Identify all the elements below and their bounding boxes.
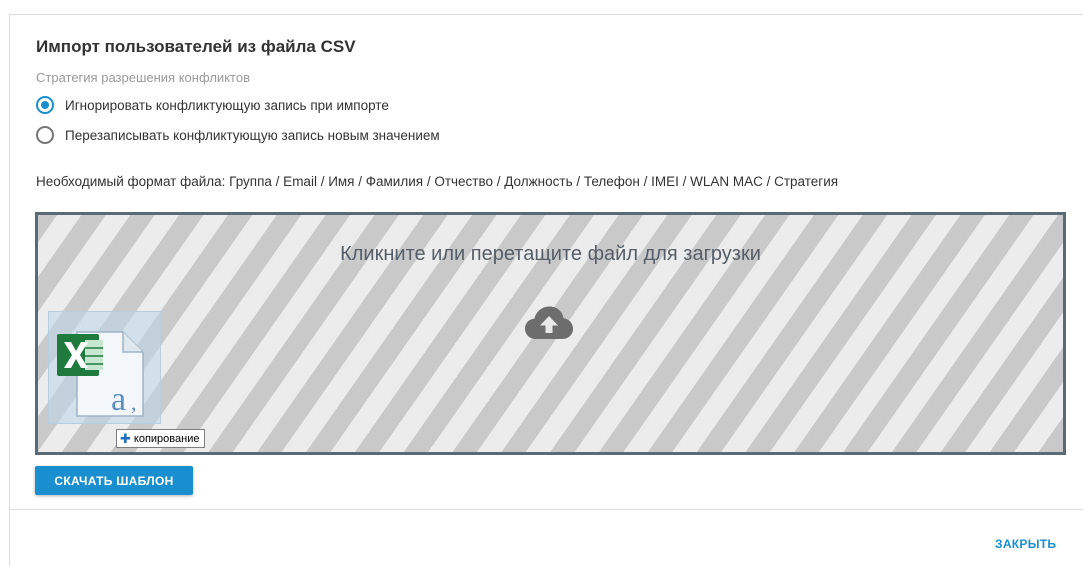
close-button[interactable]: ЗАКРЫТЬ bbox=[995, 537, 1056, 551]
file-dropzone[interactable]: Кликните или перетащите файл для загрузк… bbox=[35, 212, 1066, 455]
svg-text:a: a bbox=[111, 381, 126, 418]
dialog-title: Импорт пользователей из файла CSV bbox=[36, 37, 356, 56]
conflict-strategy-label: Стратегия разрешения конфликтов bbox=[36, 70, 250, 85]
footer-divider bbox=[10, 509, 1083, 510]
svg-text:,: , bbox=[131, 390, 137, 415]
dropzone-text: Кликните или перетащите файл для загрузк… bbox=[340, 243, 761, 265]
cloud-upload-icon bbox=[525, 306, 573, 339]
radio-ignore-conflict[interactable]: Игнорировать конфликтующую запись при им… bbox=[36, 95, 389, 115]
radio-overwrite-conflict[interactable]: Перезаписывать конфликтующую запись новы… bbox=[36, 125, 440, 145]
download-template-button[interactable]: СКАЧАТЬ ШАБЛОН bbox=[35, 466, 193, 495]
excel-file-icon: a , bbox=[57, 331, 144, 418]
import-dialog: Импорт пользователей из файла CSV Страте… bbox=[9, 14, 1083, 566]
dragged-file-ghost: a , bbox=[48, 311, 161, 424]
copy-label: копирование bbox=[133, 432, 200, 445]
copy-drag-tooltip: ✚ копирование bbox=[116, 429, 206, 448]
plus-icon: ✚ bbox=[120, 431, 131, 446]
radio-ignore-label: Игнорировать конфликтующую запись при им… bbox=[65, 97, 389, 113]
file-format-hint: Необходимый формат файла: Группа / Email… bbox=[36, 174, 839, 189]
radio-overwrite-label: Перезаписывать конфликтующую запись новы… bbox=[65, 127, 440, 143]
radio-button-unchecked[interactable] bbox=[36, 126, 54, 144]
radio-button-checked[interactable] bbox=[36, 96, 54, 114]
